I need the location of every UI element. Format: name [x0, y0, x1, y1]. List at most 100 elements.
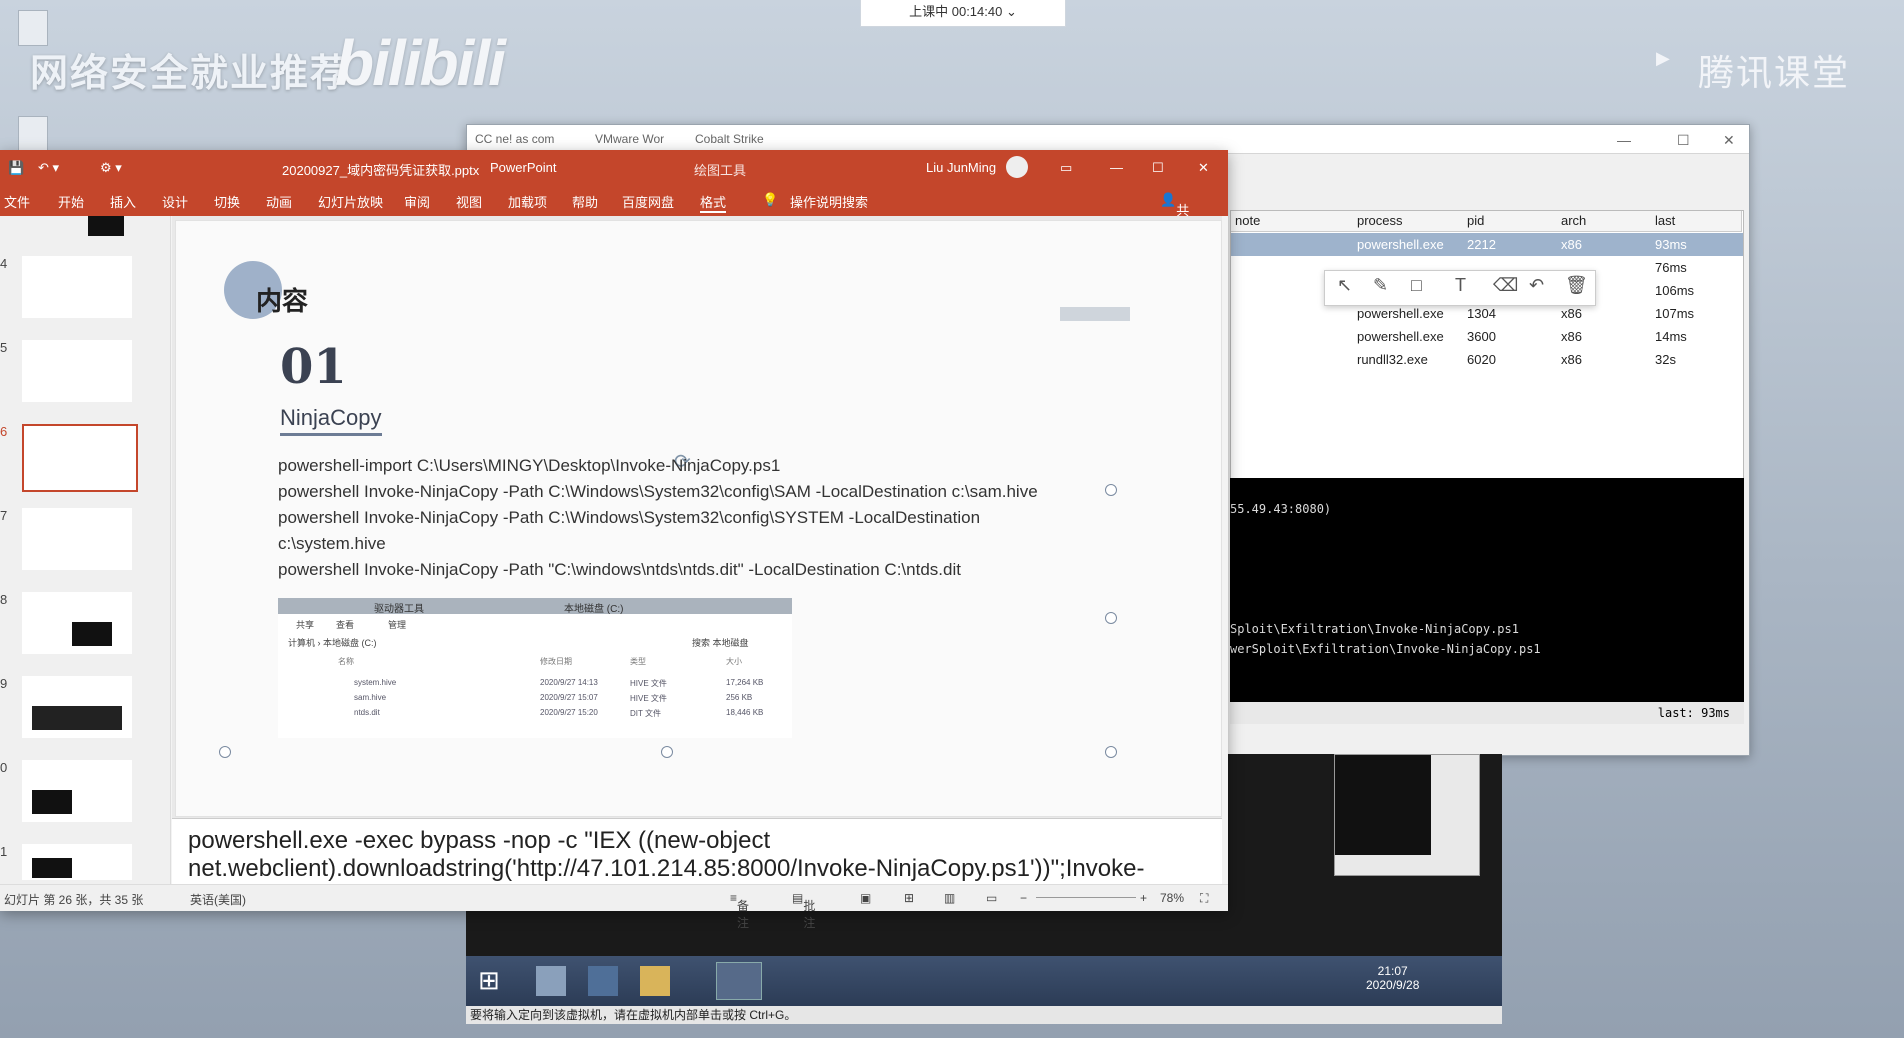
table-row[interactable]: powershell.exe 3600 x86 14ms	[1231, 325, 1743, 348]
notes-pane[interactable]: powershell.exe -exec bypass -nop -c "IEX…	[172, 818, 1222, 885]
save-icon[interactable]: 💾	[8, 160, 24, 176]
undo-icon[interactable]: ↶ ▾	[38, 160, 59, 176]
normal-view-icon[interactable]: ▣	[860, 891, 871, 905]
col-header-process[interactable]: process	[1353, 211, 1464, 232]
slide-thumbnail-selected[interactable]	[22, 424, 138, 492]
rectangle-icon[interactable]: □	[1411, 275, 1422, 296]
minimize-icon[interactable]: —	[1110, 160, 1123, 175]
vm-inner-window[interactable]	[1334, 754, 1480, 876]
ribbon-display-icon[interactable]: ▭	[1060, 160, 1072, 176]
col-header-note[interactable]: note	[1231, 211, 1354, 232]
slide-thumbnail[interactable]	[22, 508, 132, 570]
slide-thumbnail[interactable]	[22, 340, 132, 402]
command-line[interactable]: powershell Invoke-NinjaCopy -Path "C:\wi…	[278, 560, 961, 580]
pen-icon[interactable]: ✎	[1373, 275, 1388, 296]
tab-file[interactable]: 文件	[4, 192, 30, 211]
tab-view[interactable]: 视图	[456, 192, 482, 211]
fit-slide-icon[interactable]: ⛶	[1200, 891, 1208, 906]
cs-tab-3[interactable]: Cobalt Strike	[695, 132, 764, 146]
search-tell-me[interactable]: 操作说明搜索	[790, 192, 868, 211]
tab-help[interactable]: 帮助	[572, 192, 598, 211]
maximize-icon[interactable]: ☐	[1677, 132, 1690, 149]
minimize-icon[interactable]: —	[1617, 132, 1631, 148]
user-name[interactable]: Liu JunMing	[926, 160, 996, 175]
command-line[interactable]: powershell-import C:\Users\MINGY\Desktop…	[278, 456, 780, 476]
tab-transitions[interactable]: 切换	[214, 192, 240, 211]
cs-tab-1[interactable]: CC ne! as com	[475, 132, 554, 146]
resize-handle[interactable]	[1105, 484, 1117, 496]
undo-icon[interactable]: ↶	[1529, 275, 1544, 296]
cs-console[interactable]: 55.49.43:8080) Sploit\Exfiltration\Invok…	[1230, 478, 1744, 710]
share-button[interactable]: 👤 共享	[1160, 192, 1189, 237]
server-manager-icon[interactable]	[536, 966, 566, 996]
tab-format[interactable]: 格式	[700, 192, 727, 213]
cell-last: 93ms	[1655, 237, 1687, 252]
file-type: DIT 文件	[630, 709, 661, 718]
tab-design[interactable]: 设计	[162, 192, 188, 211]
quick-access-icon[interactable]: ⚙ ▾	[100, 160, 122, 176]
vm-clock[interactable]: 21:07 2020/9/28	[1366, 964, 1419, 992]
slide-thumbnail[interactable]	[22, 256, 132, 318]
explorer-icon[interactable]	[640, 966, 670, 996]
explorer-screenshot[interactable]: 驱动器工具 本地磁盘 (C:) 共享 查看 管理 计算机 › 本地磁盘 (C:)…	[278, 598, 792, 738]
section-subtitle[interactable]: NinjaCopy	[280, 405, 382, 436]
table-row[interactable]: rundll32.exe 6020 x86 32s	[1231, 348, 1743, 371]
slide-thumbnail[interactable]	[22, 760, 132, 822]
pointer-icon[interactable]: ↖	[1337, 275, 1352, 296]
command-line[interactable]: powershell Invoke-NinjaCopy -Path C:\Win…	[278, 508, 980, 528]
language[interactable]: 英语(美国)	[190, 891, 246, 908]
slide-thumbnail[interactable]	[22, 844, 132, 880]
slide-heading[interactable]: 内容	[256, 281, 308, 318]
section-number[interactable]: 01	[280, 339, 347, 395]
resize-handle[interactable]	[219, 746, 231, 758]
slide-sorter-icon[interactable]: ⊞	[904, 891, 914, 905]
class-status-bar[interactable]: 上课中 00:14:40 ⌄	[860, 0, 1066, 27]
col-header-pid[interactable]: pid	[1463, 211, 1558, 232]
tab-slideshow[interactable]: 幻灯片放映	[318, 192, 383, 211]
cs-tab-2[interactable]: VMware Wor	[595, 132, 664, 146]
resize-handle[interactable]	[1105, 746, 1117, 758]
tab-baidu[interactable]: 百度网盘	[622, 192, 674, 211]
trash-icon[interactable]: 🗑	[1565, 275, 1588, 296]
close-icon[interactable]: ✕	[1723, 132, 1735, 149]
tab-review[interactable]: 审阅	[404, 192, 430, 211]
comments-button[interactable]: ▤ 批注	[792, 891, 815, 930]
desktop-file-icon[interactable]	[18, 116, 48, 152]
col-header-arch[interactable]: arch	[1557, 211, 1652, 232]
zoom-in-icon[interactable]: +	[1140, 891, 1147, 905]
cmd-icon[interactable]	[716, 962, 762, 1000]
play-icon: ▶	[1656, 48, 1670, 68]
zoom-out-icon[interactable]: −	[1020, 891, 1027, 905]
table-row[interactable]: powershell.exe 2212 x86 93ms	[1231, 233, 1743, 256]
tab-home[interactable]: 开始	[58, 192, 84, 211]
windows-start-icon[interactable]: ⊞	[478, 966, 506, 994]
powershell-icon[interactable]	[588, 966, 618, 996]
avatar[interactable]	[1006, 156, 1028, 178]
zoom-level[interactable]: 78%	[1160, 891, 1184, 905]
slide-thumbnail[interactable]	[22, 592, 132, 654]
text-icon[interactable]: T	[1455, 275, 1466, 296]
slideshow-icon[interactable]: ▭	[986, 891, 997, 905]
vm-status-bar: 要将输入定向到该虚拟机，请在虚拟机内部单击或按 Ctrl+G。	[466, 1006, 1502, 1024]
command-line[interactable]: powershell Invoke-NinjaCopy -Path C:\Win…	[278, 482, 1038, 502]
col-header-last[interactable]: last	[1651, 211, 1742, 232]
tab-animations[interactable]: 动画	[266, 192, 292, 211]
eraser-icon[interactable]: ⌫	[1493, 275, 1518, 296]
close-icon[interactable]: ✕	[1198, 160, 1209, 176]
zoom-slider[interactable]	[1036, 897, 1136, 898]
explorer-search: 搜索 本地磁盘	[692, 638, 749, 648]
lightbulb-icon: 💡	[762, 192, 779, 207]
notes-button[interactable]: ≡ 备注	[730, 891, 749, 930]
reading-view-icon[interactable]: ▥	[944, 891, 955, 905]
tab-insert[interactable]: 插入	[110, 192, 136, 211]
annotation-toolbar: ↖ ✎ □ T ⌫ ↶ 🗑	[1324, 270, 1596, 306]
command-line[interactable]: c:\system.hive	[278, 534, 386, 554]
file-date: 2020/9/27 14:13	[540, 678, 598, 687]
desktop-file-icon[interactable]	[18, 10, 48, 46]
tab-addins[interactable]: 加载项	[508, 192, 547, 211]
resize-handle[interactable]	[661, 746, 673, 758]
thumb-number: 9	[0, 676, 8, 691]
resize-handle[interactable]	[1105, 612, 1117, 624]
maximize-icon[interactable]: ☐	[1152, 160, 1164, 176]
slide-thumbnail[interactable]	[22, 676, 132, 738]
